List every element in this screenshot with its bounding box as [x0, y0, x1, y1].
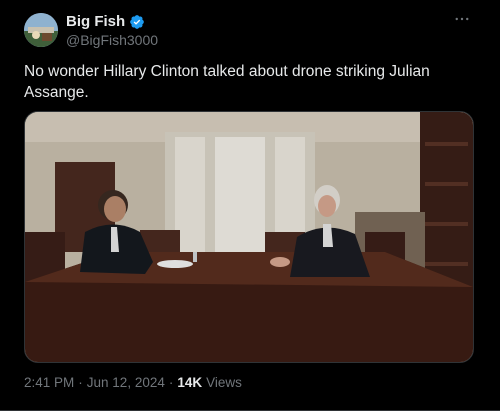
views-count: 14K: [177, 375, 203, 390]
more-horizontal-icon[interactable]: [452, 10, 472, 30]
meta-separator: ·: [168, 375, 174, 390]
video-frame: [25, 112, 473, 362]
tweet-time[interactable]: 2:41 PM: [24, 375, 74, 390]
views-label: Views: [206, 375, 242, 390]
tweet-meta: 2:41 PM · Jun 12, 2024 · 14K Views: [24, 375, 242, 390]
avatar[interactable]: [24, 13, 58, 47]
tweet: Big Fish @BigFish3000 No wonder Hillary …: [0, 0, 500, 411]
handle[interactable]: @BigFish3000: [66, 32, 158, 48]
verified-badge-icon: [130, 14, 145, 29]
display-name[interactable]: Big Fish: [66, 13, 125, 30]
tweet-text: No wonder Hillary Clinton talked about d…: [24, 63, 430, 101]
tweet-video[interactable]: [24, 111, 474, 363]
author-name-row: Big Fish: [66, 13, 145, 30]
meta-separator: ·: [78, 375, 83, 390]
tweet-date[interactable]: Jun 12, 2024: [87, 375, 165, 390]
avatar-image: [24, 13, 58, 47]
